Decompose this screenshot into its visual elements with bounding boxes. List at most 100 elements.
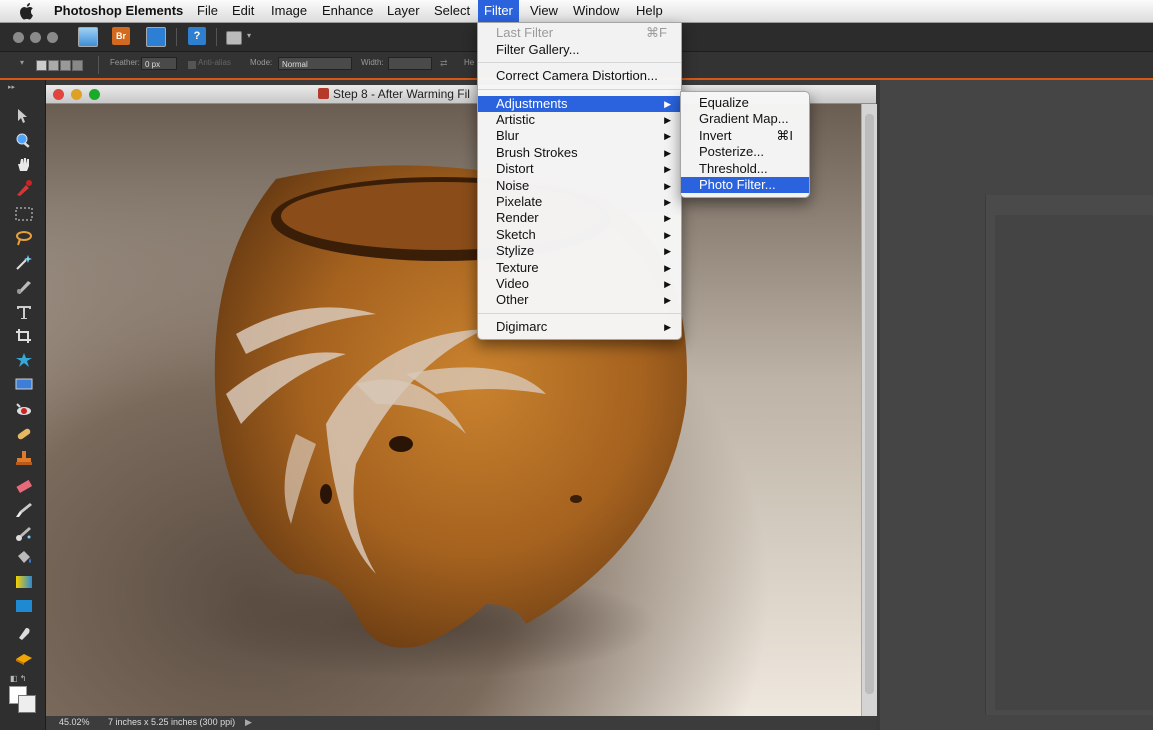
zoom-window-icon[interactable] [89, 89, 100, 100]
cookie-cutter-icon[interactable] [14, 352, 34, 368]
mode-label: Mode: [250, 58, 273, 67]
menu-item-threshold[interactable]: Threshold... [681, 161, 809, 177]
brush-icon[interactable] [14, 502, 34, 518]
smart-brush-icon[interactable] [14, 526, 34, 542]
panel-bin-content [995, 215, 1153, 710]
layout-icon[interactable] [226, 31, 242, 45]
menu-item-distort[interactable]: Distort ▶ [478, 161, 681, 177]
adjustments-submenu: Equalize Gradient Map... Invert ⌘I Poster… [680, 91, 810, 198]
menu-item-correct-camera-distortion[interactable]: Correct Camera Distortion... [478, 68, 681, 84]
gradient-icon[interactable] [14, 574, 34, 590]
add-selection-icon[interactable] [48, 60, 59, 71]
menu-item-invert[interactable]: Invert ⌘I [681, 128, 809, 144]
swap-icon[interactable]: ⇄ [440, 58, 448, 69]
menu-view[interactable]: View [524, 0, 564, 22]
zoom-level[interactable]: 45.02% [59, 717, 90, 727]
menu-item-posterize[interactable]: Posterize... [681, 144, 809, 160]
menu-item-sketch[interactable]: Sketch ▶ [478, 227, 681, 243]
menu-item-render[interactable]: Render ▶ [478, 210, 681, 226]
crop-icon[interactable] [14, 328, 34, 344]
clone-stamp-icon[interactable] [14, 450, 34, 466]
window-dot-icon[interactable] [13, 32, 24, 43]
apple-icon[interactable] [20, 2, 36, 20]
blur-icon[interactable] [14, 626, 34, 642]
hand-icon[interactable] [14, 156, 34, 172]
menu-select[interactable]: Select [428, 0, 476, 22]
zoom-icon[interactable] [14, 132, 34, 148]
minimize-window-icon[interactable] [71, 89, 82, 100]
menu-image[interactable]: Image [265, 0, 313, 22]
red-eye-icon[interactable] [14, 402, 34, 418]
save-button[interactable] [146, 27, 166, 47]
type-icon[interactable] [14, 304, 34, 320]
menu-edit[interactable]: Edit [226, 0, 260, 22]
submenu-arrow-icon: ▶ [664, 262, 671, 273]
panel-collapse-icon[interactable]: ▸▸ [8, 83, 15, 91]
feather-label: Feather: [110, 58, 140, 67]
antialias-checkbox[interactable] [187, 60, 197, 70]
help-button[interactable]: ? [188, 27, 206, 45]
menu-help[interactable]: Help [630, 0, 669, 22]
menu-item-last-filter[interactable]: Last Filter ⌘F [478, 25, 681, 41]
close-window-icon[interactable] [53, 89, 64, 100]
scrollbar-thumb[interactable] [865, 114, 874, 694]
shape-icon[interactable] [14, 598, 34, 614]
menu-item-noise[interactable]: Noise ▶ [478, 178, 681, 194]
menu-item-texture[interactable]: Texture ▶ [478, 260, 681, 276]
default-colors-icon[interactable]: ◧ ↰ [10, 674, 26, 683]
menu-file[interactable]: File [191, 0, 224, 22]
healing-brush-icon[interactable] [14, 426, 34, 442]
quick-selection-icon[interactable] [14, 278, 34, 294]
menu-filter[interactable]: Filter [478, 0, 519, 22]
window-dot-icon[interactable] [47, 32, 58, 43]
menu-app-name[interactable]: Photoshop Elements [48, 0, 189, 22]
lasso-icon[interactable] [14, 230, 34, 246]
menu-layer[interactable]: Layer [381, 0, 426, 22]
status-menu-arrow-icon[interactable]: ▶ [245, 717, 252, 728]
menu-window[interactable]: Window [567, 0, 625, 22]
height-label: He [464, 58, 475, 67]
intersect-selection-icon[interactable] [72, 60, 83, 71]
menu-item-brush-strokes[interactable]: Brush Strokes ▶ [478, 145, 681, 161]
paint-bucket-icon[interactable] [14, 550, 34, 566]
menu-item-adjustments[interactable]: Adjustments ▶ [478, 95, 681, 112]
menu-item-other[interactable]: Other ▶ [478, 292, 681, 308]
submenu-arrow-icon: ▶ [664, 196, 671, 207]
magic-wand-icon[interactable] [14, 254, 34, 270]
menu-item-blur[interactable]: Blur ▶ [478, 128, 681, 144]
menu-item-pixelate[interactable]: Pixelate ▶ [478, 194, 681, 210]
toolbar-separator [176, 28, 177, 46]
straighten-icon[interactable] [14, 376, 34, 392]
marquee-icon[interactable] [14, 206, 34, 222]
menu-item-digimarc[interactable]: Digimarc ▶ [478, 319, 681, 335]
eyedropper-icon[interactable] [14, 180, 34, 196]
new-selection-icon[interactable] [36, 60, 47, 71]
eraser-icon[interactable] [14, 478, 34, 494]
menu-item-equalize[interactable]: Equalize [681, 95, 809, 111]
new-file-button[interactable] [78, 27, 98, 47]
menu-item-photo-filter[interactable]: Photo Filter... [681, 177, 809, 194]
window-dot-icon[interactable] [30, 32, 41, 43]
bridge-button[interactable]: Br [112, 27, 130, 45]
menu-item-artistic[interactable]: Artistic ▶ [478, 112, 681, 128]
menu-item-video[interactable]: Video ▶ [478, 276, 681, 292]
width-input[interactable] [388, 57, 432, 70]
background-color-swatch[interactable] [18, 695, 36, 713]
sponge-icon[interactable] [14, 650, 34, 666]
subtract-selection-icon[interactable] [60, 60, 71, 71]
tool-preset-icon[interactable]: ▾ [20, 58, 24, 67]
mode-select[interactable]: Normal [278, 57, 352, 70]
menu-separator [478, 62, 681, 63]
document-title: Step 8 - After Warming Fil [333, 87, 470, 101]
vertical-scrollbar[interactable] [861, 104, 877, 716]
menu-item-stylize[interactable]: Stylize ▶ [478, 243, 681, 259]
move-icon[interactable] [14, 108, 34, 124]
dropdown-arrow-icon[interactable]: ▾ [247, 31, 251, 40]
toolbar-separator [216, 28, 217, 46]
menu-enhance[interactable]: Enhance [316, 0, 379, 22]
menu-item-gradient-map[interactable]: Gradient Map... [681, 111, 809, 127]
feather-input[interactable]: 0 px [141, 57, 177, 70]
submenu-arrow-icon: ▶ [664, 147, 671, 158]
menu-item-filter-gallery[interactable]: Filter Gallery... [478, 42, 681, 58]
width-label: Width: [361, 58, 384, 67]
